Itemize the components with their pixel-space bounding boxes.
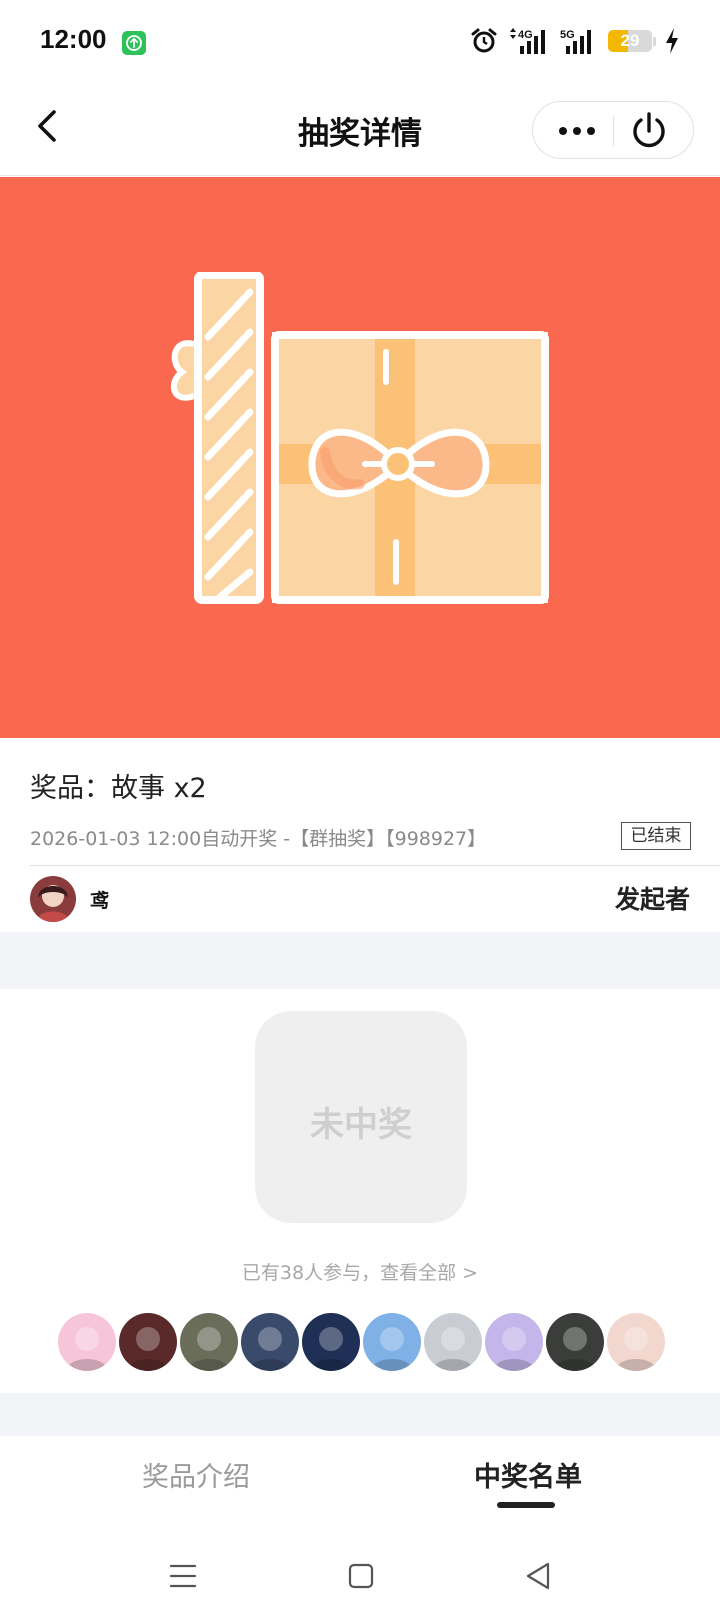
battery-icon: 29 — [608, 30, 652, 52]
participant-avatar-5[interactable] — [302, 1313, 360, 1371]
status-badge: 已结束 — [621, 822, 691, 850]
tab-prize-intro[interactable]: 奖品介绍 — [142, 1455, 250, 1494]
battery-level: 29 — [620, 31, 640, 50]
more-button[interactable] — [553, 115, 601, 147]
status-bar: 12:00 4G 5G 29 — [0, 0, 720, 86]
charging-bolt-icon — [666, 28, 678, 54]
system-navigation-bar — [0, 1540, 720, 1610]
alarm-icon — [471, 28, 497, 53]
participant-avatar-2[interactable] — [119, 1313, 177, 1371]
close-mini-program-button[interactable] — [625, 111, 673, 151]
status-time: 12:00 — [40, 24, 107, 54]
power-icon — [633, 112, 665, 148]
participant-avatar-10[interactable] — [607, 1313, 665, 1371]
participant-avatar-9[interactable] — [546, 1313, 604, 1371]
participant-avatar-7[interactable] — [424, 1313, 482, 1371]
host-name: 鸢 — [90, 890, 110, 912]
participant-avatar-8[interactable] — [485, 1313, 543, 1371]
participant-avatars[interactable] — [58, 1313, 665, 1371]
capsule-divider — [613, 116, 614, 146]
mini-program-capsule — [532, 101, 694, 159]
avatar — [30, 876, 76, 922]
active-tab-indicator — [497, 1502, 555, 1508]
network-5g-label: 5G — [560, 29, 575, 41]
system-back-button[interactable] — [520, 1558, 556, 1594]
host-row[interactable]: 鸢 发起者 — [0, 866, 720, 932]
prize-name: 奖品：故事 x2 — [30, 773, 207, 804]
prize-banner — [0, 177, 720, 738]
triangle-back-icon — [526, 1562, 550, 1590]
participant-avatar-3[interactable] — [180, 1313, 238, 1371]
battery-cap — [653, 36, 656, 46]
gift-box-icon — [170, 272, 549, 604]
home-button[interactable] — [343, 1558, 379, 1594]
network-4g-label: 4G — [518, 29, 533, 41]
square-home-icon — [348, 1563, 374, 1589]
status-indicators: 4G 5G 29 — [470, 24, 680, 58]
participant-avatar-4[interactable] — [241, 1313, 299, 1371]
result-label: 未中奖 — [310, 1105, 412, 1145]
recent-apps-button[interactable] — [165, 1558, 201, 1594]
signal-4g-icon: 4G — [510, 28, 545, 54]
host-role-label: 发起者 — [614, 885, 690, 914]
result-box: 未中奖 — [255, 1011, 467, 1223]
tab-winner-list[interactable]: 中奖名单 — [474, 1455, 582, 1494]
view-all-participants-link[interactable]: 已有38人参与，查看全部 > — [0, 1258, 720, 1285]
nav-bar: 抽奖详情 — [0, 86, 720, 176]
more-dots-icon — [559, 127, 595, 135]
menu-lines-icon — [169, 1564, 197, 1588]
section-gap — [0, 932, 720, 989]
upload-arrow-icon — [122, 31, 146, 55]
participant-avatar-1[interactable] — [58, 1313, 116, 1371]
signal-5g-icon: 5G — [560, 29, 591, 54]
draw-info: 2026-01-03 12:00自动开奖 -【群抽奖】【998927】 — [30, 828, 487, 850]
section-gap — [0, 1393, 720, 1436]
participant-avatar-6[interactable] — [363, 1313, 421, 1371]
